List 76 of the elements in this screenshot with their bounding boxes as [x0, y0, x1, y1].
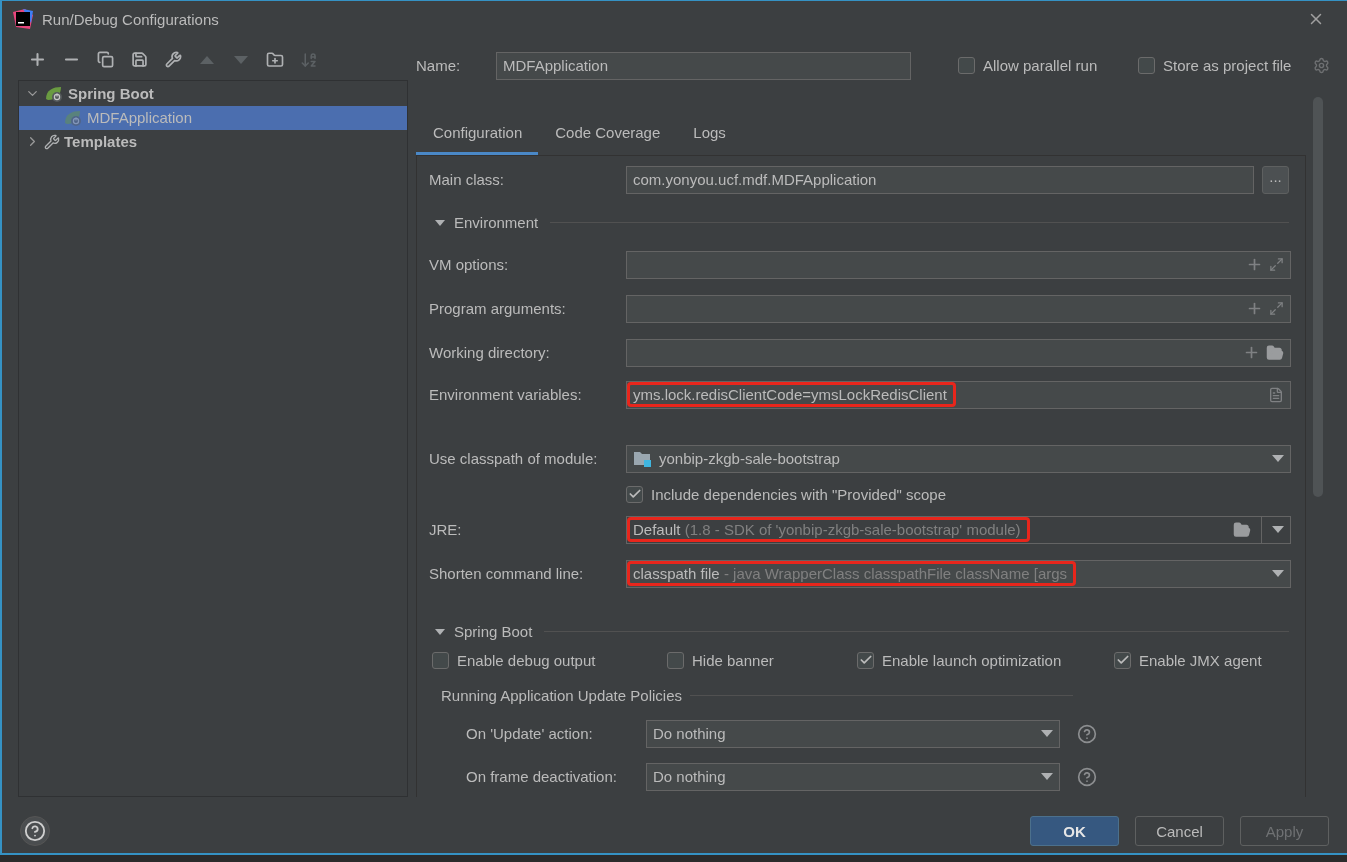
checkbox-label: Hide banner	[692, 651, 774, 669]
checkbox-label: Enable launch optimization	[882, 651, 1062, 669]
field-label: Program arguments:	[429, 300, 567, 318]
app-logo-icon	[13, 9, 33, 30]
tree-item[interactable]: MDFApplication	[19, 105, 407, 130]
tab[interactable]: Configuration	[416, 117, 539, 155]
field-label: On 'Update' action:	[466, 725, 594, 743]
checkbox[interactable]	[958, 57, 975, 75]
checkbox[interactable]	[626, 485, 643, 503]
module-folder-icon	[633, 449, 653, 468]
input-field[interactable]	[626, 338, 1291, 367]
checkbox-label: Include dependencies with "Provided" scope	[651, 485, 946, 503]
input-field[interactable]	[626, 294, 1291, 323]
checkbox[interactable]	[432, 651, 449, 669]
field-label: JRE:	[429, 521, 463, 539]
folder-icon[interactable]	[1266, 343, 1284, 362]
checkbox[interactable]	[1114, 651, 1131, 669]
help-button[interactable]	[20, 816, 50, 846]
field-label: VM options:	[429, 256, 510, 274]
checkbox[interactable]	[667, 651, 684, 669]
field-value: yms.lock.redisClientCode=ymsLockRedisClient	[633, 386, 947, 404]
dropdown[interactable]: Do nothing	[646, 762, 1060, 791]
dropdown-value: yonbip-zkgb-sale-bootstrap	[659, 450, 840, 468]
group-title: Running Application Update Policies	[441, 686, 682, 704]
field-label: Main class:	[429, 171, 506, 189]
dialog-button[interactable]: OK	[1030, 816, 1119, 846]
caret-icon	[1041, 730, 1053, 738]
field-label: On frame deactivation:	[466, 768, 618, 786]
section-title: Spring Boot	[454, 623, 533, 641]
help-icon[interactable]	[1077, 723, 1097, 744]
checkbox-label: Enable JMX agent	[1139, 651, 1262, 669]
field-label: Working directory:	[429, 344, 551, 362]
field-label: Use classpath of module:	[429, 450, 599, 468]
caret-icon	[1041, 773, 1053, 781]
checkbox-label: Enable debug output	[457, 651, 596, 669]
window-title: Run/Debug Configurations	[42, 10, 220, 28]
caret-icon	[1272, 570, 1284, 578]
wrench-icon	[44, 133, 60, 150]
field-label: Shorten command line:	[429, 565, 585, 583]
expand-icon[interactable]	[1269, 301, 1284, 317]
collapse-triangle-icon[interactable]	[434, 217, 446, 228]
field-label: Environment variables:	[429, 386, 583, 404]
caret-icon	[1272, 526, 1284, 534]
checkbox[interactable]	[857, 651, 874, 669]
help-icon[interactable]	[1077, 766, 1097, 787]
section-title: Environment	[454, 214, 539, 232]
name-field[interactable]: MDFApplication	[496, 51, 911, 80]
input-field[interactable]	[626, 250, 1291, 279]
dropdown-value: Do nothing	[653, 768, 726, 786]
dropdown[interactable]: yonbip-zkgb-sale-bootstrap	[626, 444, 1291, 473]
checkbox-label: Allow parallel run	[983, 57, 1098, 75]
folder-icon[interactable]	[1233, 520, 1251, 539]
input-field[interactable]: yms.lock.redisClientCode=ymsLockRedisClient	[626, 380, 1291, 409]
tree-item[interactable]: Templates	[19, 129, 407, 154]
name-label: Name:	[416, 57, 462, 75]
expand-icon[interactable]	[1269, 257, 1284, 273]
spring-leaf-icon	[44, 84, 64, 103]
collapse-triangle-icon[interactable]	[434, 626, 446, 637]
tab[interactable]: Logs	[676, 117, 742, 155]
document-icon[interactable]	[1268, 386, 1284, 403]
dropdown[interactable]: Default (1.8 - SDK of 'yonbip-zkgb-sale-bootstrap' module)	[626, 515, 1291, 544]
dropdown-value: classpath file - java WrapperClass classpathFile className [args	[633, 565, 1068, 583]
browse-button[interactable]: ...	[1262, 165, 1289, 194]
dropdown-value: Default (1.8 - SDK of 'yonbip-zkgb-sale-bootstrap' module)	[633, 521, 1021, 539]
dropdown[interactable]: classpath file - java WrapperClass classpathFile className [args	[626, 559, 1291, 588]
dropdown-value: Do nothing	[653, 725, 726, 743]
caret-icon	[1272, 455, 1284, 463]
input-field[interactable]: com.yonyou.ucf.mdf.MDFApplication	[626, 165, 1254, 194]
dialog-button[interactable]: Cancel	[1135, 816, 1224, 846]
spring-leaf-icon	[63, 108, 83, 127]
dropdown[interactable]: Do nothing	[646, 719, 1060, 748]
gear-icon[interactable]	[1313, 57, 1330, 75]
tab[interactable]: Code Coverage	[538, 117, 677, 155]
checkbox-label: Store as project file	[1163, 57, 1292, 75]
checkbox[interactable]	[1138, 57, 1155, 75]
tree-item[interactable]: Spring Boot	[19, 81, 407, 106]
